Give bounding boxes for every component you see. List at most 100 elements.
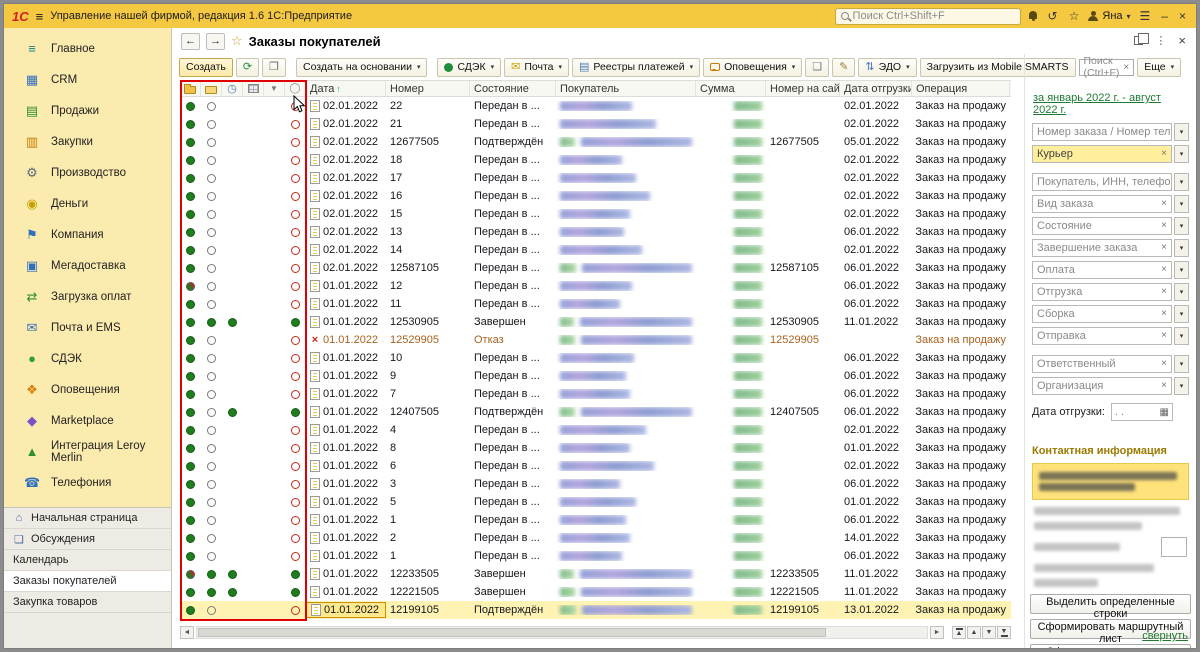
sidebar-item-main[interactable]: ≡Главное <box>4 33 171 64</box>
table-row[interactable]: 02.01.202214Передан в ...02.01.2022Заказ… <box>180 241 1011 259</box>
filter-input-completion[interactable]: Завершение заказа× <box>1032 239 1172 257</box>
window-tab-discussions[interactable]: ❏Обсуждения <box>4 529 171 550</box>
sidebar-item-cdek[interactable]: ●СДЭК <box>4 343 171 374</box>
column-header-site-number[interactable]: Номер на сайте <box>766 81 840 96</box>
clear-filter-icon[interactable]: × <box>1158 148 1167 159</box>
more-menu-icon[interactable]: ⋮ <box>1155 34 1166 47</box>
filter-input-responsible[interactable]: Ответственный× <box>1032 355 1172 373</box>
edo-menu-button[interactable]: ⇅ЭДО▾ <box>858 58 916 77</box>
select-rows-button[interactable]: Выделить определенные строки <box>1030 594 1191 614</box>
row-up-icon[interactable]: ▲ <box>967 626 981 639</box>
sidebar-item-money[interactable]: ◉Деньги <box>4 188 171 219</box>
table-row[interactable]: 01.01.20222Передан в ...14.01.2022Заказ … <box>180 529 1011 547</box>
table-row[interactable]: ×01.01.202212529905Отказ12529905Заказ на… <box>180 331 1011 349</box>
column-header-funnel-icon[interactable]: ▼ <box>264 81 285 96</box>
table-row[interactable]: 02.01.202221Передан в ...02.01.2022Заказ… <box>180 115 1011 133</box>
create-based-on-button[interactable]: Создать на основании▾ <box>296 58 427 77</box>
clear-filter-icon[interactable]: × <box>1158 380 1167 391</box>
favorite-star-icon[interactable]: ☆ <box>231 33 243 49</box>
sidebar-item-telephony[interactable]: ☎Телефония <box>4 467 171 498</box>
column-header-circle-icon[interactable]: ◯ <box>285 81 306 96</box>
window-tab-goods-purchase[interactable]: Закупка товаров <box>4 592 171 613</box>
sidebar-item-marketplace[interactable]: ◆Marketplace <box>4 405 171 436</box>
table-row[interactable]: 01.01.202212233505Завершен1223350511.01.… <box>180 565 1011 583</box>
table-row[interactable]: 01.01.202212221505Завершен1222150511.01.… <box>180 583 1011 601</box>
get-link-icon[interactable] <box>1134 36 1143 45</box>
calendar-icon[interactable]: ▦ <box>1159 407 1168 418</box>
table-row[interactable]: 01.01.202210Передан в ...06.01.2022Заказ… <box>180 349 1011 367</box>
clear-filter-icon[interactable]: × <box>1158 286 1167 297</box>
service-menu-icon[interactable]: ☰ <box>1138 9 1153 23</box>
sidebar-item-purchases[interactable]: ▥Закупки <box>4 126 171 157</box>
table-row[interactable]: 01.01.202212199105Подтверждён1219910513.… <box>180 601 1011 619</box>
filter-dropdown-icon[interactable]: ▾ <box>1174 217 1189 235</box>
favorites-icon[interactable]: ☆ <box>1067 9 1082 23</box>
table-row[interactable]: 01.01.20223Передан в ...06.01.2022Заказ … <box>180 475 1011 493</box>
scrollbar-thumb[interactable] <box>198 628 826 637</box>
filter-dropdown-icon[interactable]: ▾ <box>1174 145 1189 163</box>
filter-dropdown-icon[interactable]: ▾ <box>1174 173 1189 191</box>
ship-date-input[interactable]: . . ▦ <box>1111 403 1173 421</box>
table-row[interactable]: 01.01.20221Передан в ...06.01.2022Заказ … <box>180 511 1011 529</box>
sidebar-item-crm[interactable]: ▦CRM <box>4 64 171 95</box>
edit-list-button[interactable]: ✎ <box>832 58 855 77</box>
sidebar-item-payments-load[interactable]: ⇄Загрузка оплат <box>4 281 171 312</box>
forward-button[interactable]: → <box>206 33 225 50</box>
payment-registers-button[interactable]: ▤Реестры платежей▾ <box>572 58 700 77</box>
filter-input-order-number[interactable]: Номер заказа / Номер телефона× <box>1032 123 1172 141</box>
sidebar-item-post-ems[interactable]: ✉Почта и EMS <box>4 312 171 343</box>
table-row[interactable]: 02.01.202218Передан в ...02.01.2022Заказ… <box>180 151 1011 169</box>
table-row[interactable]: 01.01.20225Передан в ...01.01.2022Заказ … <box>180 493 1011 511</box>
filter-input-customer[interactable]: Покупатель, ИНН, телефон× <box>1032 173 1172 191</box>
table-row[interactable]: 01.01.202211Передан в ...06.01.2022Заказ… <box>180 295 1011 313</box>
table-row[interactable]: 02.01.202212587105Передан в ...125871050… <box>180 259 1011 277</box>
go-first-row-icon[interactable]: ▲ <box>952 626 966 639</box>
sidebar-item-sales[interactable]: ▤Продажи <box>4 95 171 126</box>
refresh-button[interactable]: ⟳ <box>236 58 259 77</box>
table-row[interactable]: 02.01.202215Передан в ...02.01.2022Заказ… <box>180 205 1011 223</box>
global-search-input[interactable]: Поиск Ctrl+Shift+F <box>835 8 1021 25</box>
column-header-operation[interactable]: Операция <box>912 81 1010 96</box>
filter-dropdown-icon[interactable]: ▾ <box>1174 355 1189 373</box>
sidebar-item-company[interactable]: ⚑Компания <box>4 219 171 250</box>
cdek-menu-button[interactable]: СДЭК▾ <box>437 58 501 77</box>
column-header-clock-icon[interactable]: ◷ <box>222 81 243 96</box>
table-row[interactable]: 01.01.20224Передан в ...02.01.2022Заказ … <box>180 421 1011 439</box>
filter-dropdown-icon[interactable]: ▾ <box>1174 195 1189 213</box>
column-header-number[interactable]: Номер <box>386 81 470 96</box>
notifications-icon[interactable] <box>1028 11 1039 22</box>
sidebar-item-notifications[interactable]: ❖Оповещения <box>4 374 171 405</box>
clear-filter-icon[interactable]: × <box>1158 264 1167 275</box>
table-row[interactable]: 01.01.20229Передан в ...06.01.2022Заказ … <box>180 367 1011 385</box>
table-row[interactable]: 02.01.202213Передан в ...06.01.2022Заказ… <box>180 223 1011 241</box>
filter-input-payment[interactable]: Оплата× <box>1032 261 1172 279</box>
filter-dropdown-icon[interactable]: ▾ <box>1174 123 1189 141</box>
table-row[interactable]: 02.01.202212677505Подтверждён1267750505.… <box>180 133 1011 151</box>
filter-dropdown-icon[interactable]: ▾ <box>1174 305 1189 323</box>
table-row[interactable]: 01.01.20226Передан в ...02.01.2022Заказ … <box>180 457 1011 475</box>
contact-selected-entry[interactable] <box>1032 463 1189 500</box>
window-tab-calendar[interactable]: Календарь <box>4 550 171 571</box>
mail-menu-button[interactable]: ✉Почта▾ <box>504 58 569 77</box>
table-row[interactable]: 02.01.202217Передан в ...02.01.2022Заказ… <box>180 169 1011 187</box>
copy-button[interactable]: ❐ <box>262 58 286 77</box>
table-row[interactable]: 01.01.20221Передан в ...06.01.2022Заказ … <box>180 547 1011 565</box>
table-row[interactable]: 01.01.20228Передан в ...01.01.2022Заказ … <box>180 439 1011 457</box>
filter-dropdown-icon[interactable]: ▾ <box>1174 261 1189 279</box>
filter-input-dispatch[interactable]: Отправка× <box>1032 327 1172 345</box>
main-menu-icon[interactable]: ≡ <box>36 9 44 24</box>
sidebar-item-production[interactable]: ⚙Производство <box>4 157 171 188</box>
column-header-folder-icon[interactable] <box>201 81 222 96</box>
column-header-state[interactable]: Состояние <box>470 81 556 96</box>
clear-filter-icon[interactable]: × <box>1158 358 1167 369</box>
column-header-grid-icon[interactable] <box>243 81 264 96</box>
small-input[interactable] <box>1161 537 1187 557</box>
filter-input-state[interactable]: Состояние× <box>1032 217 1172 235</box>
filter-input-order-type[interactable]: Вид заказа× <box>1032 195 1172 213</box>
scroll-right-icon[interactable]: ► <box>930 626 944 639</box>
history-icon[interactable]: ↺ <box>1046 9 1060 23</box>
filter-dropdown-icon[interactable]: ▾ <box>1174 377 1189 395</box>
scroll-left-icon[interactable]: ◄ <box>180 626 194 639</box>
filter-input-courier[interactable]: Курьер× <box>1032 145 1172 163</box>
row-down-icon[interactable]: ▼ <box>982 626 996 639</box>
